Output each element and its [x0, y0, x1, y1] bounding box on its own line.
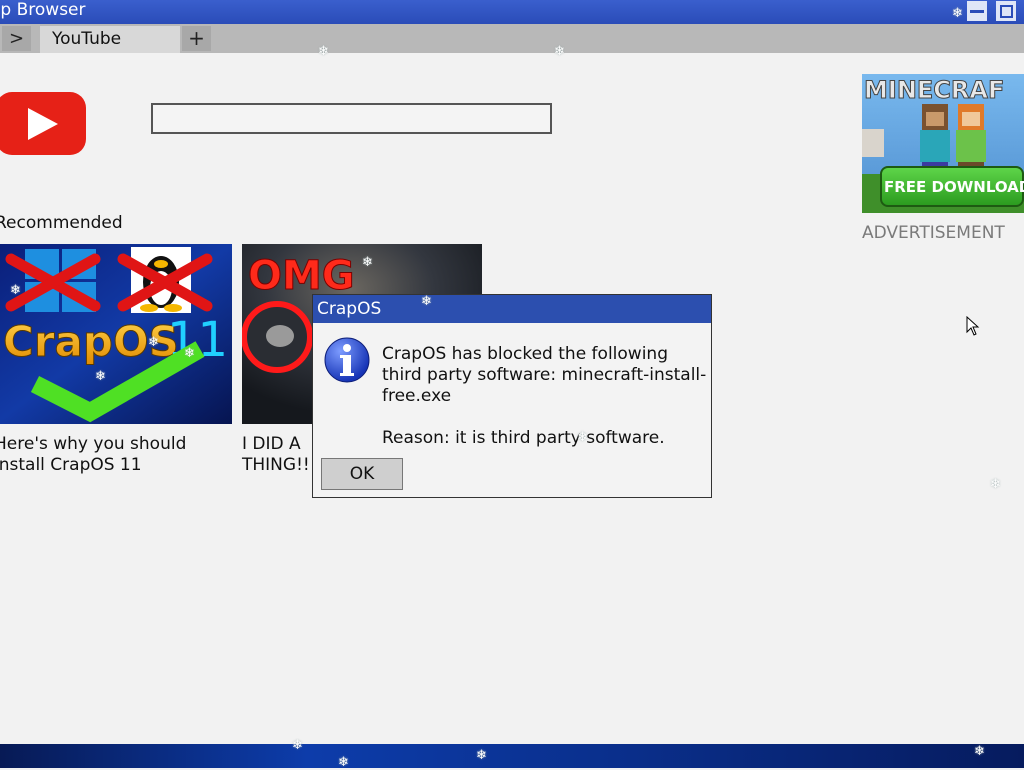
maximize-button[interactable] [996, 1, 1016, 21]
window-title: ap Browser [0, 0, 86, 20]
dialog-title-bar[interactable]: CrapOS [313, 295, 711, 323]
snowflake-icon: ❄ [974, 744, 985, 759]
snowflake-icon: ❄ [990, 477, 1001, 492]
play-icon [28, 108, 58, 140]
snowflake-icon: ❄ [318, 44, 329, 59]
snowflake-icon: ❄ [148, 335, 159, 350]
snowflake-icon: ❄ [554, 44, 565, 59]
snowflake-icon: ❄ [421, 294, 432, 309]
video-thumbnail-crapos[interactable]: CrapOS 11 [0, 244, 232, 424]
mouse-cursor-icon [966, 316, 980, 336]
dialog-message: CrapOS has blocked the following third p… [382, 344, 707, 448]
tab-label: YouTube [52, 29, 122, 49]
advertisement-image[interactable]: MINECRAF FREE DOWNLOAD [862, 74, 1024, 213]
snowflake-icon: ❄ [952, 6, 963, 21]
title-bar: ap Browser [0, 0, 1024, 24]
ad-title-text: MINECRAF [864, 76, 1004, 104]
search-input[interactable] [151, 103, 552, 134]
ok-button[interactable]: OK [321, 458, 403, 490]
snowflake-icon: ❄ [362, 255, 373, 270]
advertisement-label: ADVERTISEMENT [862, 223, 1005, 243]
forward-button[interactable]: > [2, 26, 31, 51]
free-download-button: FREE DOWNLOAD [884, 178, 1024, 196]
info-icon [324, 337, 370, 387]
snowflake-icon: ❄ [577, 430, 588, 445]
minimize-button[interactable] [967, 1, 987, 21]
blocked-software-dialog: CrapOS CrapOS has blocked the following … [312, 294, 712, 498]
taskbar [0, 744, 1024, 768]
snowflake-icon: ❄ [95, 369, 106, 384]
steve-character [920, 104, 950, 176]
youtube-logo[interactable] [0, 92, 86, 155]
tab-youtube[interactable]: YouTube [40, 26, 180, 53]
new-tab-button[interactable]: + [182, 26, 211, 51]
snowflake-icon: ❄ [184, 346, 195, 361]
thumb-omg-text: OMG [248, 253, 355, 299]
alex-character [956, 104, 986, 176]
video-title-1[interactable]: Here's why you should install CrapOS 11 [0, 434, 234, 476]
section-title: Recommended [0, 213, 123, 233]
snowflake-icon: ❄ [292, 738, 303, 753]
dialog-title: CrapOS [317, 299, 382, 319]
snowflake-icon: ❄ [10, 283, 21, 298]
snowflake-icon: ❄ [476, 748, 487, 763]
video-title-2[interactable]: I DID A THING!! [242, 434, 312, 476]
